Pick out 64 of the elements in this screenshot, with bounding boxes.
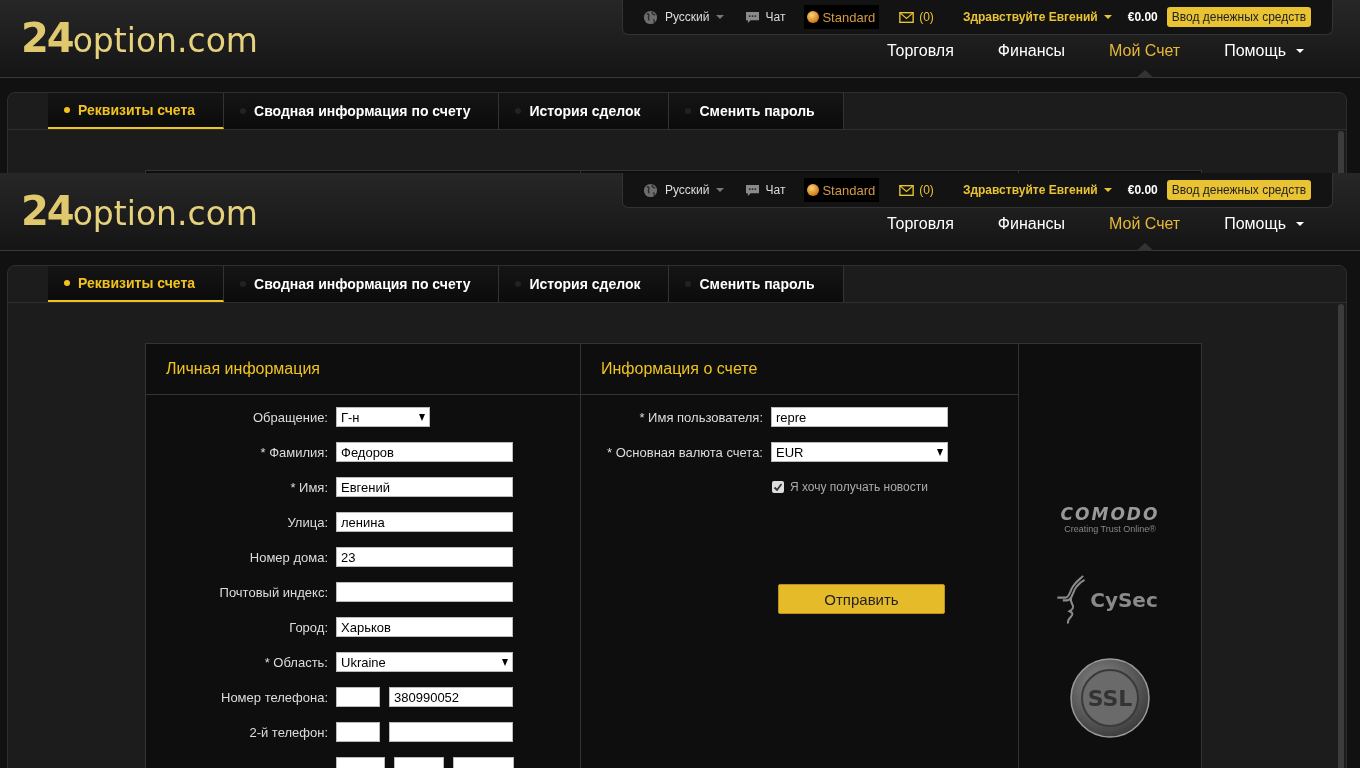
account-type: Standard: [822, 9, 876, 25]
field-label: Город:: [288, 619, 328, 635]
nav-link[interactable]: Помощь: [1224, 215, 1286, 233]
cysec-logo: CySec: [1090, 588, 1158, 612]
deposit-button[interactable]: Ввод денежных средств: [1166, 7, 1312, 27]
input-field[interactable]: repre: [771, 407, 948, 427]
input-field[interactable]: 380990052: [389, 687, 513, 707]
field-label: 2-й телефон:: [248, 724, 328, 740]
nav-link[interactable]: Торговля: [887, 42, 954, 60]
tab[interactable]: История сделок: [499, 266, 670, 302]
account-type: Standard: [822, 182, 876, 198]
input-field[interactable]: 23: [336, 547, 513, 567]
checkbox-label[interactable]: Я хочу получать новости: [790, 480, 928, 494]
deposit-button[interactable]: Ввод денежных средств: [1166, 180, 1312, 200]
tab[interactable]: Реквизиты счета: [48, 93, 225, 129]
field-label: Номер телефона:: [220, 689, 328, 705]
field-label: * Фамилия:: [259, 444, 328, 460]
logo-number: 24: [21, 191, 73, 231]
message-count[interactable]: (0): [919, 183, 934, 197]
field-label: * Область:: [263, 654, 328, 670]
select-field[interactable]: Ukraine: [336, 652, 513, 672]
section-title: Личная информация: [166, 360, 320, 378]
nav-link[interactable]: Мой Счет: [1109, 42, 1181, 60]
tab[interactable]: Сводная информация по счету: [224, 266, 500, 302]
nav-link[interactable]: Помощь: [1224, 42, 1286, 60]
nav-link[interactable]: Мой Счет: [1109, 215, 1181, 233]
comodo-tagline: Creating Trust Online®: [1064, 524, 1156, 534]
chat-link[interactable]: Чат: [765, 183, 786, 197]
logo-text: option.com: [72, 21, 258, 61]
select-field[interactable]: Г-н: [336, 407, 430, 427]
tab[interactable]: История сделок: [499, 93, 670, 129]
field-label: * Имя пользователя:: [638, 409, 763, 425]
message-count[interactable]: (0): [919, 10, 934, 24]
balance: €0.00: [1127, 183, 1158, 197]
nav-link[interactable]: Финансы: [997, 215, 1065, 233]
field-label: Улица:: [286, 514, 328, 530]
input-field[interactable]: ленина: [336, 512, 513, 532]
logo-number: 24: [21, 18, 73, 58]
nav-link[interactable]: Финансы: [997, 42, 1065, 60]
field-label: Обращение:: [251, 409, 328, 425]
input-field[interactable]: Харьков: [336, 617, 513, 637]
comodo-logo: COMODO: [1060, 504, 1160, 524]
field-label: Номер дома:: [248, 549, 328, 565]
tab[interactable]: Сводная информация по счету: [224, 93, 500, 129]
field-label: Почтовый индекс:: [218, 584, 328, 600]
language-selector[interactable]: Русский: [665, 10, 710, 24]
chat-link[interactable]: Чат: [765, 10, 786, 24]
user-greeting[interactable]: Здравствуйте Евгений: [962, 10, 1098, 24]
field-label: * Имя:: [289, 479, 328, 495]
tab[interactable]: Реквизиты счета: [48, 266, 225, 302]
section-title: Информация о счете: [601, 360, 758, 378]
submit-button[interactable]: Отправить: [778, 584, 945, 614]
logo-text: option.com: [72, 194, 258, 234]
input-field[interactable]: Федоров: [336, 442, 513, 462]
field-label: * Основная валюта счета:: [606, 444, 763, 460]
user-greeting[interactable]: Здравствуйте Евгений: [962, 183, 1098, 197]
tab[interactable]: Сменить пароль: [669, 266, 844, 302]
nav-link[interactable]: Торговля: [887, 215, 954, 233]
tab[interactable]: Сменить пароль: [669, 93, 844, 129]
select-field[interactable]: EUR: [771, 442, 948, 462]
balance: €0.00: [1127, 10, 1158, 24]
language-selector[interactable]: Русский: [665, 183, 710, 197]
ssl-seal: SSL: [1070, 658, 1150, 738]
input-field[interactable]: Евгений: [336, 477, 513, 497]
